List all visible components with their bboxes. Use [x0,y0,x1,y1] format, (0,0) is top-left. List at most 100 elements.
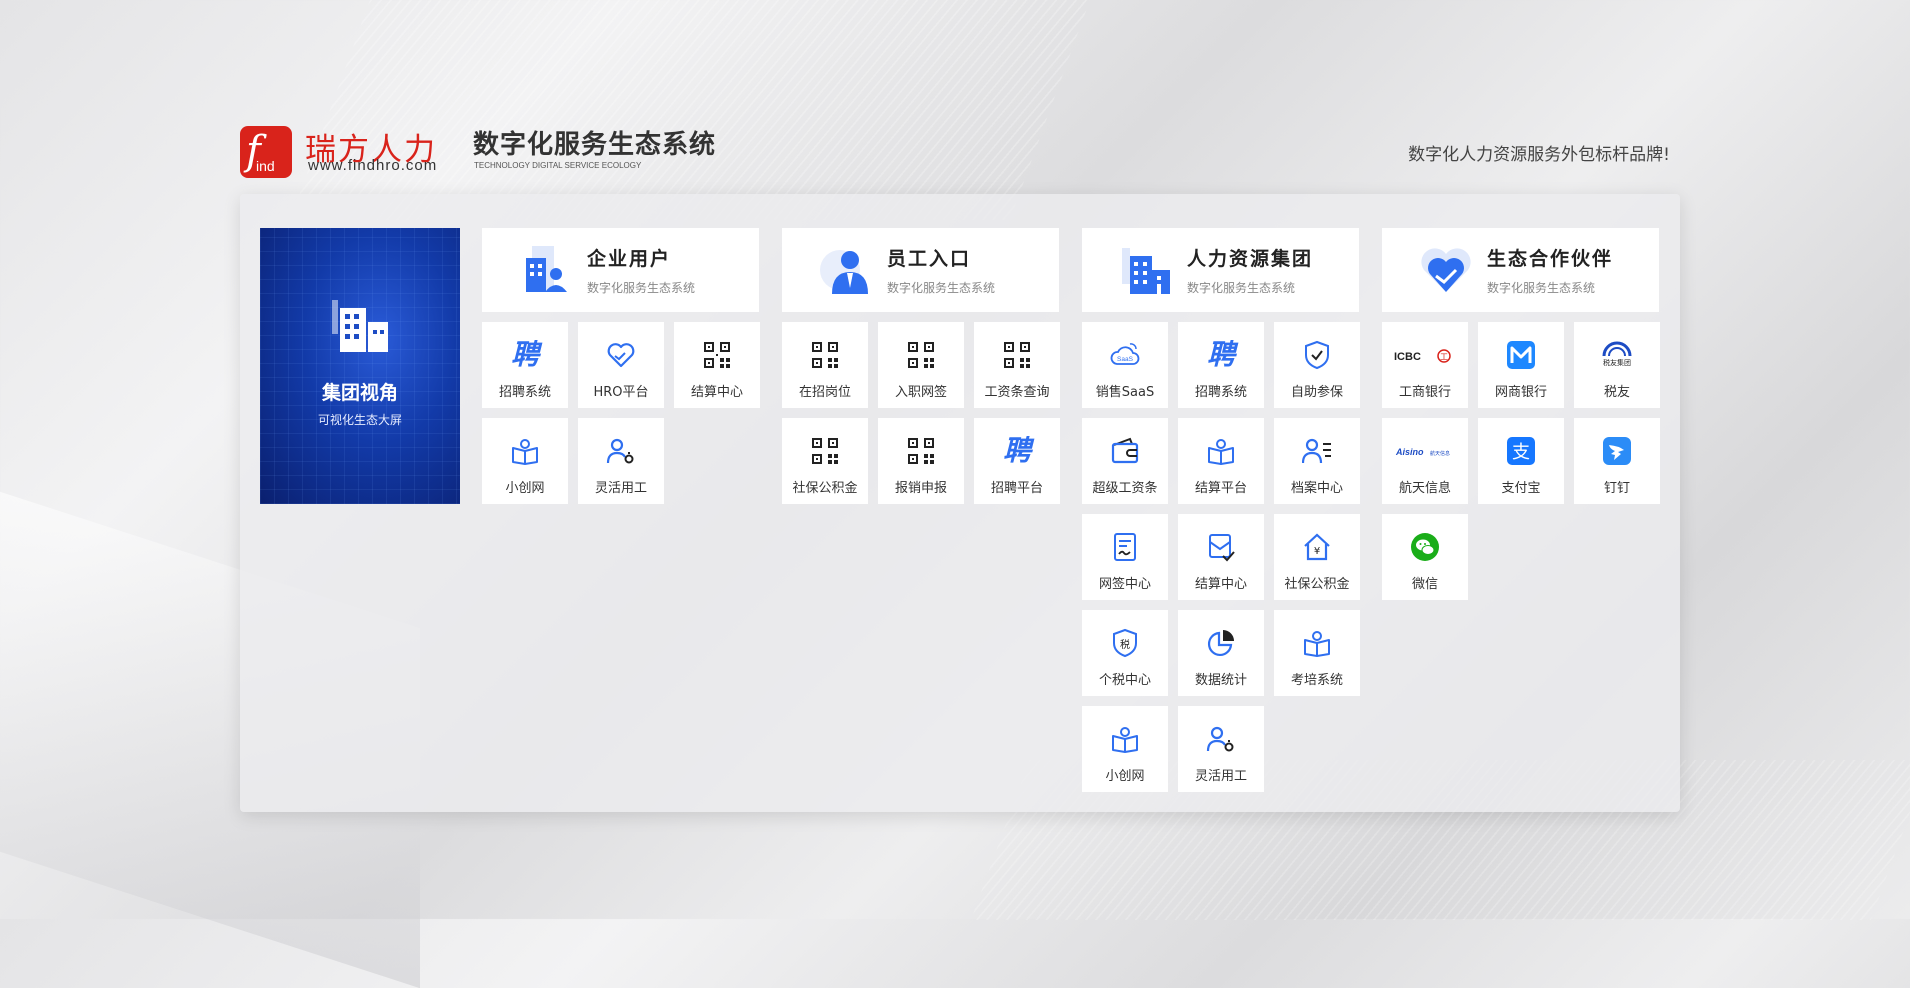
tile-xiaochuang[interactable]: 小创网 [1082,706,1168,792]
column-subtitle: 数字化服务生态系统 [1487,281,1596,295]
tile-shuiyou[interactable]: 税友集团 税友 [1574,322,1660,408]
book-user-icon [1304,631,1330,657]
column-header-enterprise[interactable]: 企业用户 数字化服务生态系统 [482,228,759,312]
tile-tax-center[interactable]: 税 个税中心 [1082,610,1168,696]
mybank-logo-icon [1507,341,1535,369]
user-gear-icon [1206,726,1234,752]
column-title: 企业用户 [587,248,672,270]
brand-url: www.findhro.com [308,157,438,174]
tile-social-security[interactable]: 社保公积金 [782,418,868,504]
column-title: 员工入口 [887,248,972,270]
tile-onboarding-sign[interactable]: 入职网签 [878,322,964,408]
tile-label: 自助参保 [1290,385,1343,400]
slogan: 数字化人力资源服务外包标杆品牌! [1408,145,1670,165]
tile-label: 微信 [1411,577,1438,592]
tile-self-insurance[interactable]: 自助参保 [1274,322,1360,408]
alipay-logo-icon: 支 [1507,437,1535,465]
tile-settlement-center[interactable]: 结算中心 [674,322,760,408]
qr-code-icon [1004,342,1030,368]
tile-xiaochuang[interactable]: 小创网 [482,418,568,504]
svg-text:税: 税 [1120,638,1130,651]
book-user-icon [1208,439,1234,465]
shield-check-icon [1305,340,1329,370]
aisino-logo-icon: Aisino 航天信息 [1395,447,1450,457]
tile-hro-platform[interactable]: HRO平台 [578,322,664,408]
saas-cloud-icon: SaaS [1110,343,1140,365]
tile-mybank[interactable]: 网商银行 [1478,322,1564,408]
tile-training-system[interactable]: 考培系统 [1274,610,1360,696]
tile-label: 工商银行 [1398,385,1451,400]
column-header-partners[interactable]: 生态合作伙伴 数字化服务生态系统 [1382,228,1659,312]
tile-label: 小创网 [1105,769,1145,784]
tax-shield-icon: 税 [1113,628,1137,658]
wechat-logo-icon [1411,533,1439,561]
enterprise-user-icon [526,246,567,292]
employee-icon [820,250,868,294]
tile-settlement-center[interactable]: 结算中心 [1178,514,1264,600]
tile-archive-center[interactable]: 档案中心 [1274,418,1360,504]
tile-label: 社保公积金 [1284,577,1350,592]
tile-label: 销售SaaS [1095,385,1155,400]
tile-payslip-query[interactable]: 工资条查询 [974,322,1060,408]
tile-settlement-platform[interactable]: 结算平台 [1178,418,1264,504]
tile-aisino[interactable]: Aisino 航天信息 航天信息 [1382,418,1468,504]
building-icon [332,300,388,352]
shuiyou-logo-icon: 税友集团 [1602,341,1632,367]
tile-label: HRO平台 [593,385,649,400]
group-view-card[interactable]: 集团视角 可视化生态大屏 [260,228,460,504]
column-subtitle: 数字化服务生态系统 [587,281,696,295]
column-subtitle: 数字化服务生态系统 [887,281,996,295]
pin-icon: 聘 [1206,338,1235,371]
tile-label: 航天信息 [1398,481,1451,496]
tile-label: 小创网 [505,481,545,496]
column-header-hr-group[interactable]: 人力资源集团 数字化服务生态系统 [1082,228,1359,312]
tile-sales-saas[interactable]: SaaS 销售SaaS [1082,322,1168,408]
document-sign-icon [1114,533,1136,561]
tile-recruit-platform[interactable]: 聘 招聘平台 [974,418,1060,504]
qr-code-icon [812,342,838,368]
tile-flexible-employment[interactable]: 灵活用工 [578,418,664,504]
tile-social-security[interactable]: ¥ 社保公积金 [1274,514,1360,600]
tile-expense-report[interactable]: 报销申报 [878,418,964,504]
tile-e-sign-center[interactable]: 网签中心 [1082,514,1168,600]
column-title: 人力资源集团 [1187,248,1314,270]
tile-label: 支付宝 [1501,481,1541,496]
tile-label: 钉钉 [1603,481,1630,496]
tile-super-payslip[interactable]: 超级工资条 [1082,418,1168,504]
tile-label: 灵活用工 [1194,769,1247,784]
qr-code-icon [908,342,934,368]
tile-label: 税友 [1603,385,1630,400]
tile-wechat[interactable]: 微信 [1382,514,1468,600]
tile-open-positions[interactable]: 在招岗位 [782,322,868,408]
svg-text:Aisino: Aisino [1395,447,1424,457]
tile-label: 入职网签 [894,385,947,400]
svg-text:SaaS: SaaS [1117,356,1134,363]
tile-flexible-employment[interactable]: 灵活用工 [1178,706,1264,792]
book-user-icon [512,439,538,465]
wallet-icon [1111,437,1139,464]
book-user-icon [1112,727,1138,753]
svg-text:税友集团: 税友集团 [1603,358,1631,367]
icbc-logo-icon: ICBC 工 [1394,349,1451,363]
handshake-heart-icon [1421,248,1471,292]
tile-icbc[interactable]: ICBC 工 工商银行 [1382,322,1468,408]
tile-label: 结算中心 [690,385,743,400]
tile-label: 招聘系统 [498,385,551,400]
user-gear-icon [606,438,634,464]
svg-text:支: 支 [1512,442,1530,463]
tile-label: 灵活用工 [594,481,647,496]
tile-dingtalk[interactable]: 钉钉 [1574,418,1660,504]
page-title: 数字化服务生态系统 [473,130,717,160]
tile-label: 报销申报 [894,481,947,496]
pin-icon: 聘 [510,338,539,371]
page-subtitle: TECHNOLOGY DIGITAL SERVICE ECOLOGY [474,161,642,170]
tile-data-statistics[interactable]: 数据统计 [1178,610,1264,696]
tile-label: 超级工资条 [1092,481,1158,496]
tile-recruit-system[interactable]: 聘 招聘系统 [482,322,568,408]
tile-recruit-system[interactable]: 聘 招聘系统 [1178,322,1264,408]
tile-alipay[interactable]: 支 支付宝 [1478,418,1564,504]
column-header-employee[interactable]: 员工入口 数字化服务生态系统 [782,228,1059,312]
brand-logo-icon: f ind [240,126,292,178]
qr-code-icon [704,342,730,368]
tile-label: 社保公积金 [792,481,858,496]
